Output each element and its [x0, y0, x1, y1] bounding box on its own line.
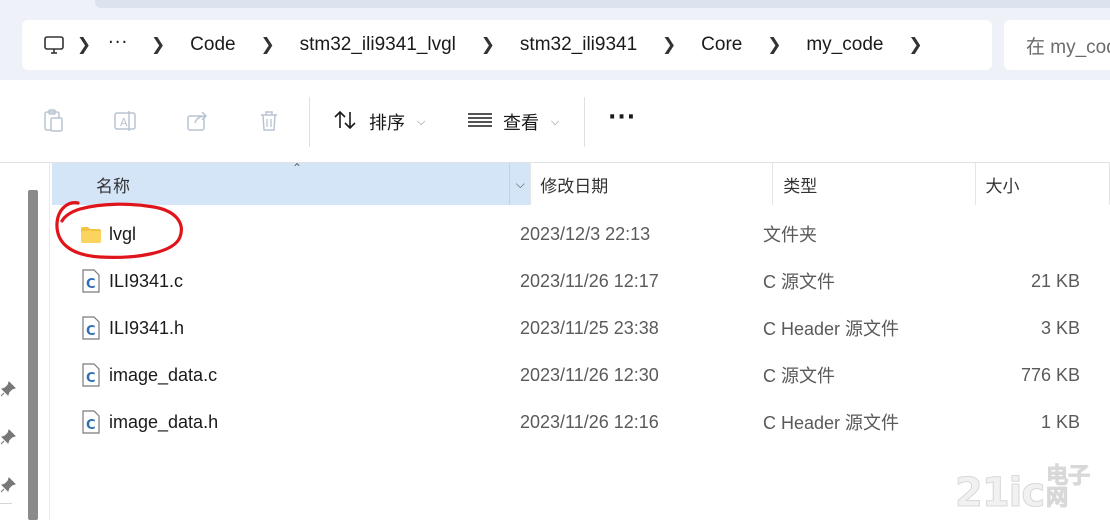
file-type: C 源文件 — [763, 272, 835, 292]
pin-icon[interactable] — [0, 429, 16, 445]
column-header-date[interactable]: 修改日期 — [531, 163, 774, 205]
file-size: 21 KB — [1030, 270, 1080, 291]
chevron-down-icon: ⌵ — [551, 115, 560, 128]
c-file-icon: C — [82, 316, 100, 340]
file-date: 2023/11/26 12:30 — [520, 364, 659, 385]
column-header-size[interactable]: 大小 — [976, 163, 1110, 205]
file-name: ILI9341.c — [109, 270, 184, 291]
file-date: 2023/11/26 12:16 — [520, 411, 659, 432]
chevron-down-icon: ⌵ — [417, 115, 426, 128]
file-size: 1 KB — [1040, 411, 1080, 432]
file-type: C Header 源文件 — [763, 319, 900, 339]
title-strip — [95, 0, 1110, 8]
nav-scrollbar[interactable] — [28, 190, 38, 520]
file-date: 2023/11/26 12:17 — [520, 270, 659, 291]
toolbar-divider — [309, 97, 310, 147]
svg-text:C: C — [86, 418, 96, 433]
file-row-image-data-h[interactable]: C image_data.h 2023/11/26 12:16 C Header… — [52, 399, 1092, 445]
column-name-label: 名称 — [96, 176, 130, 197]
search-input[interactable]: 在 my_code 中搜索 — [1004, 20, 1110, 70]
view-button[interactable]: 查看 ⌵ — [467, 104, 559, 140]
watermark-brand: 21ic — [954, 470, 1045, 517]
more-options-button[interactable]: ··· — [608, 107, 636, 129]
column-header-type[interactable]: 类型 — [773, 163, 976, 205]
watermark-cn: 电子网 — [1046, 464, 1091, 511]
file-size: 776 KB — [1020, 364, 1080, 385]
sort-icon — [333, 108, 359, 137]
navigation-pane — [0, 163, 50, 520]
rename-icon[interactable]: A — [110, 106, 140, 136]
chevron-right-icon[interactable]: ❯ — [66, 35, 102, 55]
breadcrumb-stm32-ili9341-lvgl[interactable]: stm32_ili9341_lvgl — [286, 34, 470, 56]
column-filter-dropdown[interactable]: ⌵ — [509, 163, 532, 205]
chevron-down-icon: ⌵ — [515, 176, 525, 191]
sort-ascending-icon: ⌃ — [292, 161, 303, 175]
file-date: 2023/11/25 23:38 — [520, 317, 659, 338]
nav-divider — [0, 503, 12, 504]
file-name: image_data.h — [109, 411, 219, 432]
c-file-icon: C — [82, 410, 100, 434]
c-file-icon: C — [82, 269, 100, 293]
chevron-right-icon[interactable]: ❯ — [140, 35, 176, 55]
file-row-ili9341-h[interactable]: C ILI9341.h 2023/11/25 23:38 C Header 源文… — [52, 305, 1092, 351]
chevron-right-icon[interactable]: ❯ — [897, 35, 933, 55]
column-size-label: 大小 — [985, 176, 1020, 197]
sort-label: 排序 — [369, 113, 405, 134]
breadcrumb-overflow[interactable]: ··· — [102, 32, 134, 59]
file-date: 2023/12/3 22:13 — [520, 223, 651, 244]
view-label: 查看 — [503, 113, 539, 134]
breadcrumb-stm32-ili9341[interactable]: stm32_ili9341 — [506, 34, 651, 56]
delete-icon[interactable] — [254, 106, 284, 136]
file-name: image_data.c — [109, 364, 218, 385]
svg-text:C: C — [86, 371, 96, 386]
address-bar[interactable]: ❯ ··· ❯ Code ❯ stm32_ili9341_lvgl ❯ stm3… — [22, 20, 992, 70]
pin-icon[interactable] — [0, 381, 16, 397]
column-date-label: 修改日期 — [540, 176, 609, 197]
chevron-right-icon[interactable]: ❯ — [250, 35, 286, 55]
sort-button[interactable]: 排序 ⌵ — [333, 104, 425, 140]
svg-text:C: C — [86, 324, 96, 339]
view-icon — [467, 110, 493, 135]
annotation-circle — [55, 201, 183, 259]
command-bar: A 排序 ⌵ 查看 ⌵ ··· — [0, 80, 1110, 163]
chevron-right-icon[interactable]: ❯ — [651, 35, 687, 55]
file-size: 3 KB — [1040, 317, 1080, 338]
pin-icon[interactable] — [0, 477, 16, 493]
toolbar-divider — [584, 97, 585, 147]
file-name: ILI9341.h — [109, 317, 185, 338]
column-header: ⌃ 名称 ⌵ 修改日期 类型 大小 — [52, 161, 1110, 205]
c-file-icon: C — [82, 363, 100, 387]
breadcrumb-my-code[interactable]: my_code — [792, 34, 897, 56]
file-type: C Header 源文件 — [763, 413, 900, 433]
file-row-lvgl[interactable]: lvgl 2023/12/3 22:13 文件夹 — [52, 211, 1092, 257]
watermark-logo: 21ic 电子网 — [954, 465, 1110, 517]
file-type: 文件夹 — [763, 225, 817, 245]
chevron-right-icon[interactable]: ❯ — [470, 35, 506, 55]
breadcrumb-code[interactable]: Code — [176, 34, 249, 56]
svg-text:C: C — [86, 277, 96, 292]
file-row-ili9341-c[interactable]: C ILI9341.c 2023/11/26 12:17 C 源文件 21 KB — [52, 258, 1092, 304]
paste-icon[interactable] — [38, 106, 68, 136]
column-type-label: 类型 — [783, 176, 818, 197]
breadcrumb-core[interactable]: Core — [687, 34, 756, 56]
share-icon[interactable] — [183, 106, 213, 136]
computer-icon[interactable] — [42, 33, 66, 57]
svg-text:A: A — [120, 116, 128, 129]
file-type: C 源文件 — [763, 366, 835, 386]
file-row-image-data-c[interactable]: C image_data.c 2023/11/26 12:30 C 源文件 77… — [52, 352, 1092, 398]
chevron-right-icon[interactable]: ❯ — [756, 35, 792, 55]
address-area: ❯ ··· ❯ Code ❯ stm32_ili9341_lvgl ❯ stm3… — [0, 0, 1110, 80]
